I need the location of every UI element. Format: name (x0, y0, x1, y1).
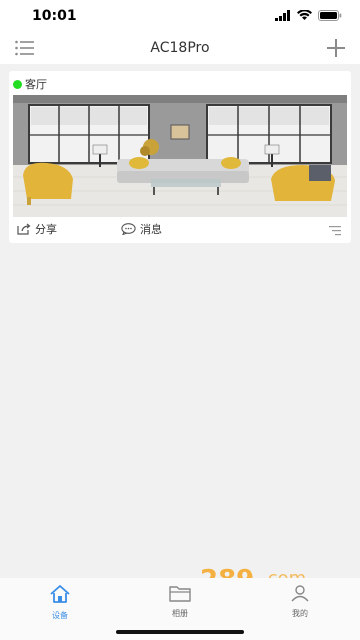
tab-album-label: 相册 (172, 609, 188, 618)
status-icons (275, 10, 342, 21)
message-icon (121, 223, 136, 235)
nav-bar: AC18Pro (0, 32, 360, 64)
camera-card-actions: 分享 消息 (9, 219, 351, 239)
tab-devices-label: 设备 (52, 611, 68, 620)
message-button[interactable]: 消息 (121, 221, 162, 237)
tab-devices[interactable]: 设备 (30, 584, 90, 621)
user-icon (291, 585, 309, 602)
more-options-icon[interactable] (329, 225, 341, 237)
home-icon (50, 585, 70, 603)
signal-icon (275, 10, 290, 21)
battery-icon (318, 10, 342, 21)
tab-mine-label: 我的 (292, 609, 308, 618)
tab-mine[interactable]: 我的 (270, 584, 330, 619)
tab-album[interactable]: 相册 (150, 584, 210, 619)
status-bar: 10:01 (0, 0, 360, 32)
home-indicator (116, 630, 244, 634)
camera-card-header: 客厅 (13, 76, 47, 92)
camera-preview-image[interactable] (13, 95, 347, 217)
page-title: AC18Pro (150, 40, 210, 56)
wifi-icon (297, 10, 312, 20)
folder-icon (169, 586, 191, 602)
status-time: 10:01 (32, 8, 77, 24)
online-status-dot (13, 79, 22, 89)
share-label: 分享 (35, 223, 57, 236)
share-button[interactable]: 分享 (17, 221, 57, 237)
camera-card[interactable]: 客厅 分享 消息 (9, 71, 351, 243)
share-icon (17, 223, 31, 235)
add-device-icon[interactable] (326, 38, 346, 58)
camera-room-name: 客厅 (25, 78, 47, 91)
message-label: 消息 (140, 223, 162, 236)
